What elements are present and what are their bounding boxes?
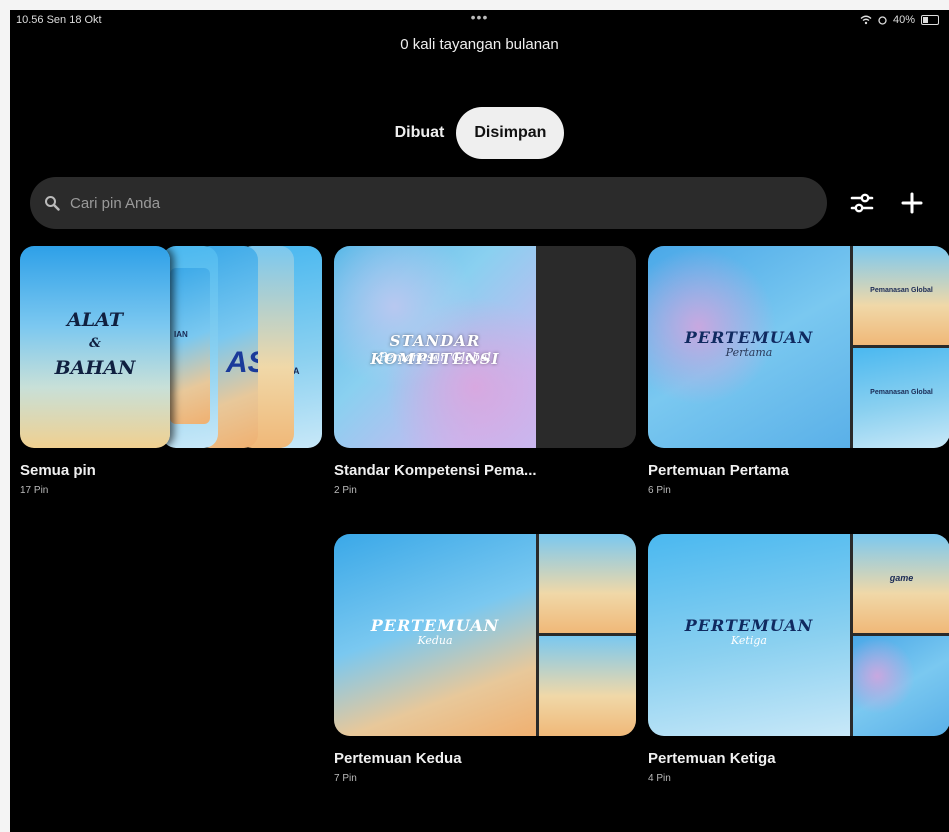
cover-side-image: Pemanasan Global — [853, 348, 949, 448]
filter-button[interactable] — [846, 187, 878, 219]
wifi-icon — [860, 15, 872, 25]
board-standar-kompetensi[interactable]: STANDAR KOMPETENSI Pemanasan Global Stan… — [334, 246, 636, 496]
sliders-icon — [850, 193, 874, 213]
board-name: Standar Kompetensi Pema... — [334, 462, 537, 479]
board-name: Pertemuan Kedua — [334, 750, 462, 767]
cover-title: PERTEMUAN — [684, 328, 814, 347]
board-all-pins[interactable]: LOBA ASI IAN ALAT & BAHAN Semua pin 17 P… — [20, 246, 322, 496]
board-pertemuan-ketiga[interactable]: PERTEMUAN Ketiga game Pertemuan Ketiga 4… — [648, 534, 949, 784]
board-cover: STANDAR KOMPETENSI Pemanasan Global — [334, 246, 636, 448]
app-screen: 10.56 Sen 18 Okt ••• 40% 0 kali tayangan… — [10, 10, 949, 832]
cover-side-image: game — [853, 534, 949, 633]
profile-tabs: Dibuat Disimpan — [10, 107, 949, 159]
board-pertemuan-pertama[interactable]: PERTEMUAN Pertama Pemanasan Global Peman… — [648, 246, 949, 496]
status-right: 40% — [860, 14, 939, 26]
cover-side-image — [853, 636, 949, 736]
battery-percent: 40% — [892, 14, 915, 26]
board-cover: PERTEMUAN Kedua — [334, 534, 636, 736]
board-cover: PERTEMUAN Pertama Pemanasan Global Peman… — [648, 246, 949, 448]
tab-dibuat[interactable]: Dibuat — [395, 124, 445, 142]
cover-title: PERTEMUAN — [370, 616, 500, 635]
board-name: Pertemuan Ketiga — [648, 750, 776, 767]
cover-subtitle: Ketiga — [731, 634, 767, 647]
cover-subtitle: Pertama — [725, 346, 773, 359]
cover-main-image: PERTEMUAN Pertama — [648, 246, 850, 448]
cover-subtitle: Pemanasan Global — [378, 350, 492, 364]
cover-main-image: STANDAR KOMPETENSI Pemanasan Global — [334, 246, 536, 448]
battery-icon — [921, 15, 939, 25]
cover-mini-text: game — [889, 572, 914, 583]
cover-mini-text: Pemanasan Global — [870, 389, 933, 396]
cover-text: ALAT & BAHAN — [54, 309, 136, 379]
cover-side-image — [539, 636, 636, 736]
pin-count: 17 Pin — [20, 485, 49, 496]
pin-count: 4 Pin — [648, 773, 671, 784]
pin-count: 2 Pin — [334, 485, 357, 496]
cover-side-image — [539, 246, 636, 345]
add-button[interactable] — [896, 187, 928, 219]
pin-count: 7 Pin — [334, 773, 357, 784]
all-pins-cover: LOBA ASI IAN ALAT & BAHAN — [20, 246, 322, 448]
board-name: Pertemuan Pertama — [648, 462, 789, 479]
status-time: 10.56 Sen 18 Okt — [16, 14, 102, 26]
board-cover: PERTEMUAN Ketiga game — [648, 534, 949, 736]
location-icon — [878, 15, 887, 25]
monthly-views: 0 kali tayangan bulanan — [400, 36, 559, 53]
status-bar: 10.56 Sen 18 Okt ••• 40% — [10, 10, 949, 30]
cover-side-image — [539, 348, 636, 448]
search-bar[interactable] — [30, 177, 827, 229]
cover-side-image — [539, 534, 636, 633]
multitask-dots[interactable]: ••• — [471, 10, 489, 25]
cover-main-image: PERTEMUAN Ketiga — [648, 534, 850, 736]
cover-subtitle: Kedua — [417, 634, 453, 647]
stack-card: IAN — [170, 268, 210, 424]
cover-mini-text: Pemanasan Global — [870, 286, 933, 294]
stack-label: IAN — [174, 330, 188, 339]
board-pertemuan-kedua[interactable]: PERTEMUAN Kedua Pertemuan Kedua 7 Pin — [334, 534, 636, 784]
pin-count: 6 Pin — [648, 485, 671, 496]
board-name: Semua pin — [20, 462, 96, 479]
plus-icon — [901, 192, 923, 214]
search-icon — [45, 196, 60, 211]
cover-title: PERTEMUAN — [684, 616, 814, 635]
search-input[interactable] — [68, 193, 772, 213]
front-card: ALAT & BAHAN — [20, 246, 170, 448]
tab-disimpan[interactable]: Disimpan — [456, 107, 565, 159]
cover-main-image: PERTEMUAN Kedua — [334, 534, 536, 736]
stack-label: ASI — [226, 346, 258, 379]
cover-side-image: Pemanasan Global — [853, 246, 949, 345]
